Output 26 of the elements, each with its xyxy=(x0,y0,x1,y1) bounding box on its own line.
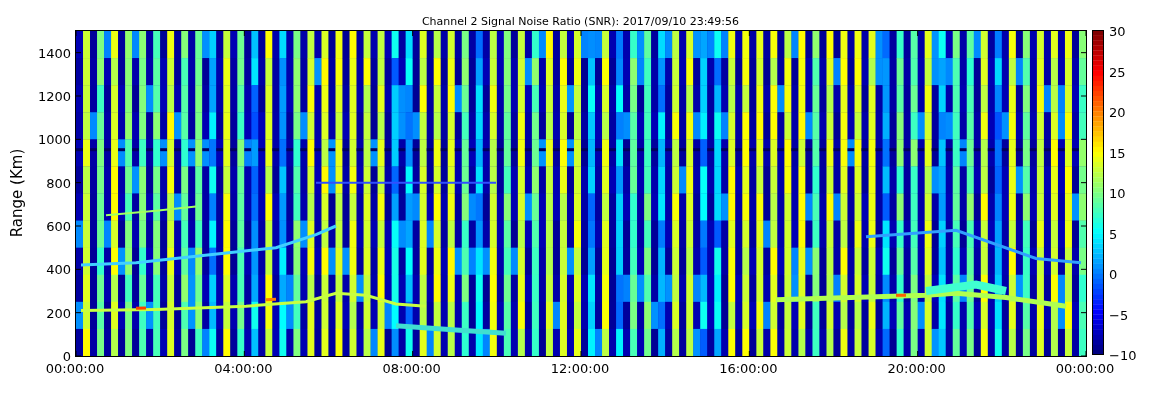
x-tick-label: 20:00:00 xyxy=(887,361,946,376)
y-tick-label: 200 xyxy=(46,305,71,321)
colorbar-tick-label: 15 xyxy=(1109,145,1126,160)
y-tick-label: 1200 xyxy=(37,88,71,104)
y-tick-label: 0 xyxy=(62,348,71,364)
colorbar-tick-label: 25 xyxy=(1109,64,1126,79)
y-tick-label: 800 xyxy=(46,175,71,191)
y-axis-label: Range (Km) xyxy=(8,148,26,238)
x-tick-label: 08:00:00 xyxy=(382,361,441,376)
y-tick-label: 1400 xyxy=(37,45,71,61)
x-tick-label: 12:00:00 xyxy=(550,361,610,376)
y-tick-label: 1000 xyxy=(37,131,71,147)
colorbar-tick-label: 30 xyxy=(1109,23,1126,39)
x-tick-label: 00:00:00 xyxy=(1055,361,1115,376)
x-tick-label: 16:00:00 xyxy=(719,361,778,376)
colorbar-tick-label: 10 xyxy=(1109,185,1126,201)
colorbar-tick-label: −10 xyxy=(1109,347,1137,363)
colorbar-tick-label: 5 xyxy=(1109,226,1118,241)
colorbar-tick-label: 20 xyxy=(1109,104,1126,120)
x-tick-label: 04:00:00 xyxy=(214,361,273,376)
chart-title: Channel 2 Signal Noise Ratio (SNR): 2017/09/10 23:49:56 xyxy=(420,14,741,30)
x-tick-label: 00:00:00 xyxy=(45,361,105,376)
colorbar-tick-label: 0 xyxy=(1109,266,1118,282)
colorbar-tick-label: −5 xyxy=(1109,307,1129,322)
y-tick-label: 600 xyxy=(46,218,71,234)
y-tick-label: 400 xyxy=(46,261,71,277)
